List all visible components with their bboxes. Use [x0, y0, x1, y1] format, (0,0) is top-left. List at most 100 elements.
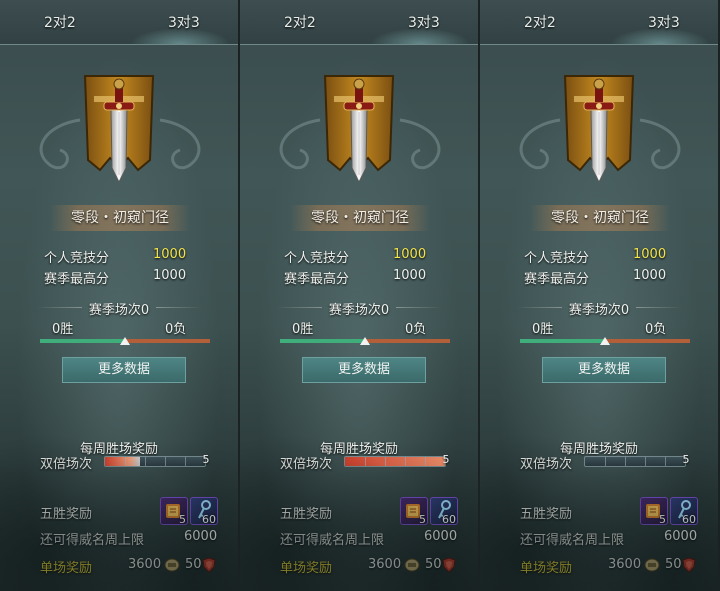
single-reward-label: 单场奖励	[280, 561, 333, 576]
personal-score-value: 1000	[153, 247, 187, 262]
loss-bar-fill	[125, 339, 210, 343]
wins-count: 0胜	[52, 322, 74, 337]
weekly-cap-label: 还可得威名周上限	[280, 533, 385, 548]
tab-2v2[interactable]: 2对2	[284, 12, 316, 32]
shield-icon	[202, 557, 216, 573]
weekly-cap-value: 6000	[664, 529, 698, 544]
reward-item-count: 60	[202, 513, 216, 526]
win-bar-fill	[520, 339, 605, 343]
single-reward-label: 单场奖励	[40, 561, 93, 576]
weekly-cap-label: 还可得威名周上限	[520, 533, 625, 548]
season-best-value: 1000	[153, 268, 187, 283]
arena-panel: 2对2 3对3 零段・初窥门径 个人竞技分 1000 赛季最高分 1000 赛季…	[240, 0, 480, 591]
loss-bar-fill	[605, 339, 690, 343]
win-loss-marker-icon	[600, 337, 610, 345]
reward-item-key[interactable]: 60	[670, 497, 698, 526]
swirl-ornament-icon	[639, 118, 681, 170]
personal-score-value: 1000	[393, 247, 427, 262]
personal-score-label: 个人竞技分	[284, 251, 350, 266]
win-bar-fill	[40, 339, 125, 343]
wins-count: 0胜	[292, 322, 314, 337]
swirl-ornament-icon	[279, 118, 321, 170]
more-data-button[interactable]: 更多数据	[542, 357, 666, 383]
more-data-button[interactable]: 更多数据	[302, 357, 426, 383]
season-best-value: 1000	[393, 268, 427, 283]
double-matches-bar	[584, 456, 686, 467]
single-reward-label: 单场奖励	[520, 561, 573, 576]
rank-sword-banner-icon	[323, 75, 395, 184]
win-bar-fill	[280, 339, 365, 343]
rank-title: 零段・初窥门径	[50, 205, 190, 231]
reward-item-count: 5	[659, 513, 666, 526]
win-loss-marker-icon	[120, 337, 130, 345]
single-reward-coin-value: 3600	[128, 557, 162, 572]
win-loss-marker-icon	[360, 337, 370, 345]
mode-tabs: 2对2 3对3	[240, 0, 478, 45]
tab-2v2[interactable]: 2对2	[524, 12, 556, 32]
single-reward-coin-value: 3600	[608, 557, 642, 572]
coin-icon	[644, 558, 660, 572]
reward-item-count: 5	[179, 513, 186, 526]
coin-icon	[164, 558, 180, 572]
reward-item-key[interactable]: 60	[430, 497, 458, 526]
double-matches-value: 5	[438, 452, 454, 468]
personal-score-label: 个人竞技分	[44, 251, 110, 266]
season-best-value: 1000	[633, 268, 667, 283]
tab-3v3[interactable]: 3对3	[168, 12, 200, 32]
single-reward-shield-value: 50	[185, 557, 202, 572]
tab-2v2[interactable]: 2对2	[44, 12, 76, 32]
season-best-label: 赛季最高分	[524, 272, 590, 287]
double-matches-fill	[345, 457, 445, 466]
five-win-reward-label: 五胜奖励	[40, 507, 93, 522]
losses-count: 0负	[405, 322, 427, 337]
reward-item-scroll[interactable]: 5	[400, 497, 428, 526]
reward-item-count: 60	[682, 513, 696, 526]
swirl-ornament-icon	[39, 118, 81, 170]
swirl-ornament-icon	[399, 118, 441, 170]
arena-panel: 2对2 3对3 零段・初窥门径 个人竞技分 1000 赛季最高分 1000 赛季…	[480, 0, 720, 591]
season-best-label: 赛季最高分	[284, 272, 350, 287]
weekly-cap-value: 6000	[184, 529, 218, 544]
loss-bar-fill	[365, 339, 450, 343]
shield-icon	[442, 557, 456, 573]
double-matches-value: 5	[198, 452, 214, 468]
weekly-cap-label: 还可得威名周上限	[40, 533, 145, 548]
reward-item-key[interactable]: 60	[190, 497, 218, 526]
single-reward-shield-value: 50	[665, 557, 682, 572]
season-best-label: 赛季最高分	[44, 272, 110, 287]
season-match-count: 赛季场次0	[88, 303, 150, 318]
mode-tabs: 2对2 3对3	[0, 0, 238, 45]
swirl-ornament-icon	[519, 118, 561, 170]
reward-item-scroll[interactable]: 5	[640, 497, 668, 526]
five-win-reward-label: 五胜奖励	[520, 507, 573, 522]
more-data-button[interactable]: 更多数据	[62, 357, 186, 383]
reward-item-count: 5	[419, 513, 426, 526]
tab-3v3[interactable]: 3对3	[408, 12, 440, 32]
coin-icon	[404, 558, 420, 572]
season-match-count: 赛季场次0	[568, 303, 630, 318]
weekly-cap-value: 6000	[424, 529, 458, 544]
rank-sword-banner-icon	[83, 75, 155, 184]
rank-title: 零段・初窥门径	[530, 205, 670, 231]
rank-sword-banner-icon	[563, 75, 635, 184]
reward-item-scroll[interactable]: 5	[160, 497, 188, 526]
double-matches-label: 双倍场次	[520, 457, 573, 472]
double-matches-label: 双倍场次	[40, 457, 93, 472]
season-match-count: 赛季场次0	[328, 303, 390, 318]
double-matches-bar	[344, 456, 446, 467]
single-reward-coin-value: 3600	[368, 557, 402, 572]
personal-score-label: 个人竞技分	[524, 251, 590, 266]
tab-3v3[interactable]: 3对3	[648, 12, 680, 32]
double-matches-value: 5	[678, 452, 694, 468]
double-matches-bar	[104, 456, 206, 467]
five-win-reward-label: 五胜奖励	[280, 507, 333, 522]
losses-count: 0负	[165, 322, 187, 337]
mode-tabs: 2对2 3对3	[480, 0, 718, 45]
double-matches-fill	[105, 457, 140, 466]
reward-item-count: 60	[442, 513, 456, 526]
single-reward-shield-value: 50	[425, 557, 442, 572]
swirl-ornament-icon	[159, 118, 201, 170]
wins-count: 0胜	[532, 322, 554, 337]
losses-count: 0负	[645, 322, 667, 337]
arena-panel: 2对2 3对3 零段・初窥门径 个人竞技分 1000 赛季最高分 1000 赛季…	[0, 0, 240, 591]
